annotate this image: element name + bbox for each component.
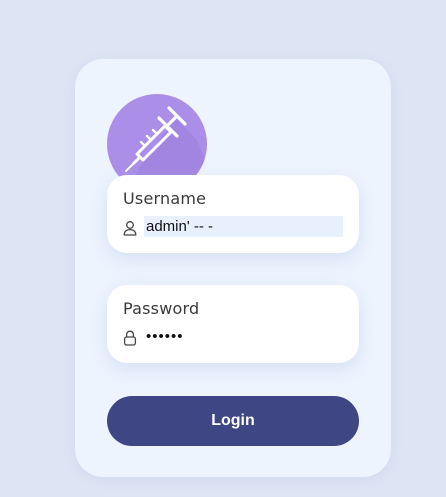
login-card: Username Password Login (75, 59, 391, 477)
login-button[interactable]: Login (107, 396, 359, 446)
user-icon (123, 221, 137, 236)
username-field: Username (107, 175, 359, 253)
lock-icon (123, 330, 137, 346)
password-input[interactable] (144, 326, 343, 347)
username-input[interactable] (144, 216, 343, 237)
username-label: Username (123, 189, 207, 208)
password-label: Password (123, 299, 200, 318)
password-field: Password (107, 285, 359, 363)
